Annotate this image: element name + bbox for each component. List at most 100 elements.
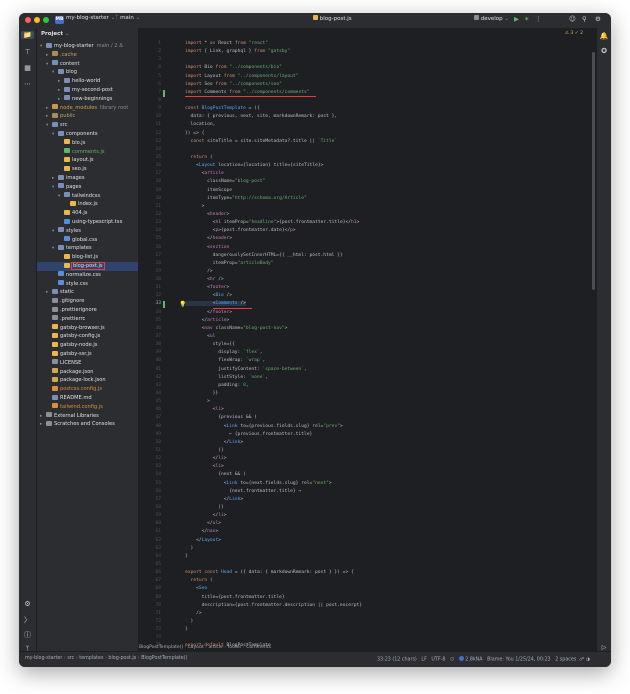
- tree-file[interactable]: gatsby-node.js: [37, 341, 97, 350]
- problems-icon[interactable]: ⓘ: [19, 630, 36, 640]
- tree-file[interactable]: .prettierignore: [37, 306, 97, 315]
- project-tool-icon[interactable]: 📁: [21, 31, 34, 39]
- tree-file[interactable]: gatsby-config.js: [37, 332, 100, 341]
- tree-file[interactable]: blog-post.js: [37, 262, 138, 271]
- tree-file[interactable]: gatsby-browser.js: [37, 324, 105, 333]
- code-line[interactable]: }) => {: [185, 131, 204, 136]
- maximize-window-button[interactable]: [43, 17, 49, 23]
- breadcrumb-item[interactable]: BlogPostTemplate(): [139, 645, 183, 650]
- breadcrumb-item[interactable]: footer: [228, 645, 242, 650]
- terminal-icon[interactable]: 〉: [19, 615, 36, 625]
- code-line[interactable]: const BlogPostTemplate = ({: [185, 106, 260, 111]
- tree-file[interactable]: index.js: [37, 200, 98, 209]
- settings-gear-icon[interactable]: ⚙: [595, 15, 601, 23]
- code-line[interactable]: export const Head = ({ data: { markdownR…: [185, 570, 354, 575]
- code-line[interactable]: <section: [185, 245, 229, 250]
- code-editor[interactable]: ⚠ 3 ✓ 2 1 import * as React from "react" 2…: [139, 28, 597, 651]
- code-line[interactable]: </header>: [185, 236, 232, 241]
- file-encoding[interactable]: UTF-8: [431, 658, 445, 663]
- code-line[interactable]: import { Link, graphql } from "gatsby": [185, 49, 290, 54]
- tree-file[interactable]: postcss.config.js: [37, 385, 102, 394]
- code-line[interactable]: )}: [185, 505, 224, 510]
- services-icon[interactable]: ⚙: [19, 600, 36, 608]
- tree-file[interactable]: blog-list.js: [37, 253, 98, 262]
- code-line[interactable]: description={post.frontmatter.descriptio…: [185, 603, 362, 608]
- tree-file[interactable]: layout.js: [37, 156, 94, 165]
- file-tab[interactable]: blog-post.js: [313, 15, 352, 22]
- status-path[interactable]: my-blog-starter › src › templates › blog…: [25, 656, 187, 661]
- branch-switcher[interactable]: ᛉ main ⌄: [115, 15, 140, 21]
- status-path-item[interactable]: blog-post.js: [108, 656, 136, 661]
- code-line[interactable]: />: [185, 611, 202, 616]
- code-line[interactable]: style={{: [185, 342, 235, 347]
- code-line[interactable]: import * as React from "react": [185, 41, 268, 46]
- inspection-widget[interactable]: ⚠ 3 ✓ 2: [565, 31, 583, 36]
- code-line[interactable]: {next && (: [185, 472, 246, 477]
- tree-file[interactable]: gatsby-ssr.js: [37, 350, 92, 359]
- tree-folder[interactable]: ▾ templates: [37, 244, 92, 253]
- code-line[interactable]: </ul>: [185, 521, 221, 526]
- code-line[interactable]: flexWrap: `wrap`,: [185, 358, 265, 363]
- more-actions-icon[interactable]: ⋮: [535, 15, 542, 23]
- tree-folder[interactable]: ▾ content: [37, 60, 80, 69]
- tree-file[interactable]: .prettierrc: [37, 315, 85, 324]
- code-line[interactable]: <footer>: [185, 285, 229, 290]
- tree-file[interactable]: README.md: [37, 394, 92, 403]
- tree-folder[interactable]: ▸ new-beginnings: [37, 95, 112, 104]
- tree-folder[interactable]: ▸ node_modules library root: [37, 104, 128, 113]
- code-line[interactable]: import Layout from "../components/layout…: [185, 74, 298, 79]
- code-line[interactable]: className="blog-post": [185, 179, 265, 184]
- code-line[interactable]: <li>: [185, 407, 224, 412]
- power-save-icon[interactable]: ◑: [586, 658, 590, 663]
- code-line[interactable]: <article: [185, 171, 224, 176]
- run-config-select[interactable]: develop ⌄: [474, 15, 509, 22]
- code-line[interactable]: <ul: [185, 334, 215, 339]
- code-line[interactable]: import Bio from "../components/bio": [185, 65, 282, 70]
- code-line[interactable]: />: [185, 269, 213, 274]
- tree-file[interactable]: package-lock.json: [37, 376, 106, 385]
- tree-file[interactable]: tailwind.config.js: [37, 403, 103, 412]
- code-line[interactable]: >: [185, 399, 210, 404]
- tree-folder[interactable]: ▾ components: [37, 130, 97, 139]
- code-line[interactable]: <li>: [185, 464, 224, 469]
- git-blame[interactable]: Blame: You 1/25/24, 00:23: [487, 658, 551, 663]
- code-line[interactable]: itemScope: [185, 188, 232, 193]
- tree-folder[interactable]: ▾ src: [37, 121, 67, 130]
- tree-folder[interactable]: ▾ styles: [37, 227, 81, 236]
- vcs-change-marker[interactable]: [163, 89, 165, 97]
- tree-folder[interactable]: ▸ images: [37, 174, 85, 183]
- code-line[interactable]: }: [185, 554, 188, 559]
- tree-folder[interactable]: ▾ tailwindcss: [37, 192, 100, 201]
- code-line[interactable]: itemProp="articleBody": [185, 261, 274, 266]
- code-line[interactable]: justifyContent: `space-between`,: [185, 367, 307, 372]
- code-line[interactable]: {next.frontmatter.title} →: [185, 489, 301, 494]
- code-line[interactable]: ): [185, 546, 194, 551]
- breadcrumb-item[interactable]: Layout: [188, 645, 204, 650]
- tree-file[interactable]: using-typescript.tsx: [37, 218, 122, 227]
- tree-folder[interactable]: ▸ public: [37, 112, 75, 121]
- tree-folder[interactable]: ▾ my-blog-starter main / 2 Δ: [37, 42, 123, 51]
- code-line[interactable]: <Layout location={location} title={siteT…: [185, 163, 323, 168]
- code-line[interactable]: import Comments from "../components/comm…: [185, 90, 310, 95]
- code-line[interactable]: </Link>: [185, 497, 243, 502]
- code-line[interactable]: data: { previous, next, site, markdownRe…: [185, 114, 338, 119]
- code-line[interactable]: <header>: [185, 212, 229, 217]
- code-line[interactable]: <nav className="blog-post-nav">: [185, 326, 288, 331]
- status-path-item[interactable]: BlogPostTemplate(): [141, 656, 187, 661]
- code-line[interactable]: location,: [185, 122, 216, 127]
- search-icon[interactable]: ⚲: [582, 15, 587, 23]
- caret-position[interactable]: 33:23 (12 chars): [377, 658, 417, 663]
- tree-file[interactable]: ▸ Scratches and Consoles: [37, 420, 115, 429]
- tree-file[interactable]: ▸ External Libraries: [37, 412, 99, 421]
- code-line[interactable]: </nav>: [185, 529, 219, 534]
- code-line[interactable]: title={post.frontmatter.title}: [185, 595, 285, 600]
- vcs-change-marker[interactable]: [163, 301, 165, 309]
- code-line[interactable]: </Layout>: [185, 538, 221, 543]
- code-line[interactable]: const siteTitle = site.siteMetadata?.tit…: [185, 139, 338, 144]
- code-line[interactable]: </li>: [185, 513, 227, 518]
- code-line[interactable]: <Seo: [185, 586, 207, 591]
- tree-folder[interactable]: ▾ blog: [37, 68, 77, 77]
- code-line[interactable]: padding: 0,: [185, 383, 248, 388]
- status-path-item[interactable]: templates: [79, 656, 103, 661]
- tree-folder[interactable]: ▸ hello-world: [37, 77, 100, 86]
